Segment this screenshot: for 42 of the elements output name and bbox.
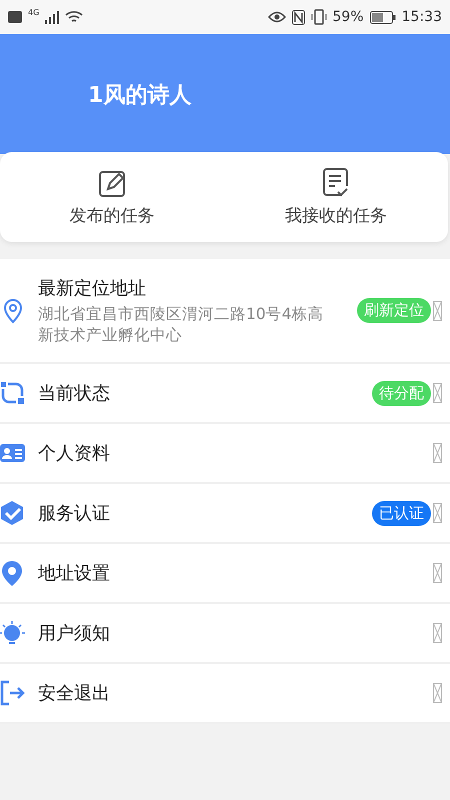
- lightbulb-icon: [0, 620, 26, 646]
- address-text: 湖北省宜昌市西陵区渭河二路10号4栋高新技术产业孵化中心: [38, 304, 325, 346]
- menu-row[interactable]: 当前状态 待分配: [0, 364, 450, 424]
- shortcut-button[interactable]: 发布的任务: [0, 152, 224, 242]
- menu-row[interactable]: 用户须知: [0, 604, 450, 664]
- eye-icon: [268, 11, 286, 23]
- menu-title: 地址设置: [38, 562, 111, 585]
- missing-glyph-icon: [433, 383, 442, 403]
- refresh-icon: [0, 380, 26, 406]
- shortcut-button[interactable]: 我接收的任务: [224, 152, 448, 242]
- checklist-icon: [322, 168, 350, 198]
- missing-glyph-icon: [433, 683, 442, 703]
- clock-time: 15:33: [402, 9, 442, 25]
- status-tag: 待分配: [372, 380, 431, 406]
- menu-title: 服务认证: [38, 502, 111, 525]
- status-tag: 已认证: [372, 500, 431, 526]
- hd-icon: [8, 11, 22, 23]
- signal-icon: [45, 10, 60, 24]
- menu-title: 个人资料: [38, 442, 111, 465]
- nfc-icon: [292, 10, 305, 24]
- status-tag: 刷新定位: [357, 298, 431, 323]
- vibrate-icon: [310, 9, 327, 25]
- missing-glyph-icon: [433, 623, 442, 643]
- menu-row[interactable]: 安全退出: [0, 664, 450, 724]
- username: 1风的诗人: [88, 82, 192, 110]
- network-type: 4G: [28, 8, 40, 17]
- battery-percent: 59%: [332, 9, 364, 25]
- wifi-icon: [65, 10, 84, 24]
- menu-title: 最新定位地址: [38, 276, 147, 300]
- menu-title: 安全退出: [38, 682, 111, 705]
- menu-row[interactable]: 地址设置: [0, 544, 450, 604]
- missing-glyph-icon: [433, 300, 442, 320]
- missing-glyph-icon: [433, 443, 442, 463]
- menu-title: 用户须知: [38, 622, 111, 645]
- battery-icon: [370, 10, 396, 24]
- menu-row[interactable]: 服务认证 已认证: [0, 484, 450, 544]
- logout-icon: [0, 680, 26, 706]
- missing-glyph-icon: [433, 503, 442, 523]
- menu-row[interactable]: 个人资料: [0, 424, 450, 484]
- menu-row[interactable]: 最新定位地址 湖北省宜昌市西陵区渭河二路10号4栋高新技术产业孵化中心 刷新定位: [0, 259, 450, 364]
- missing-glyph-icon: [433, 563, 442, 583]
- menu-title: 当前状态: [38, 382, 111, 405]
